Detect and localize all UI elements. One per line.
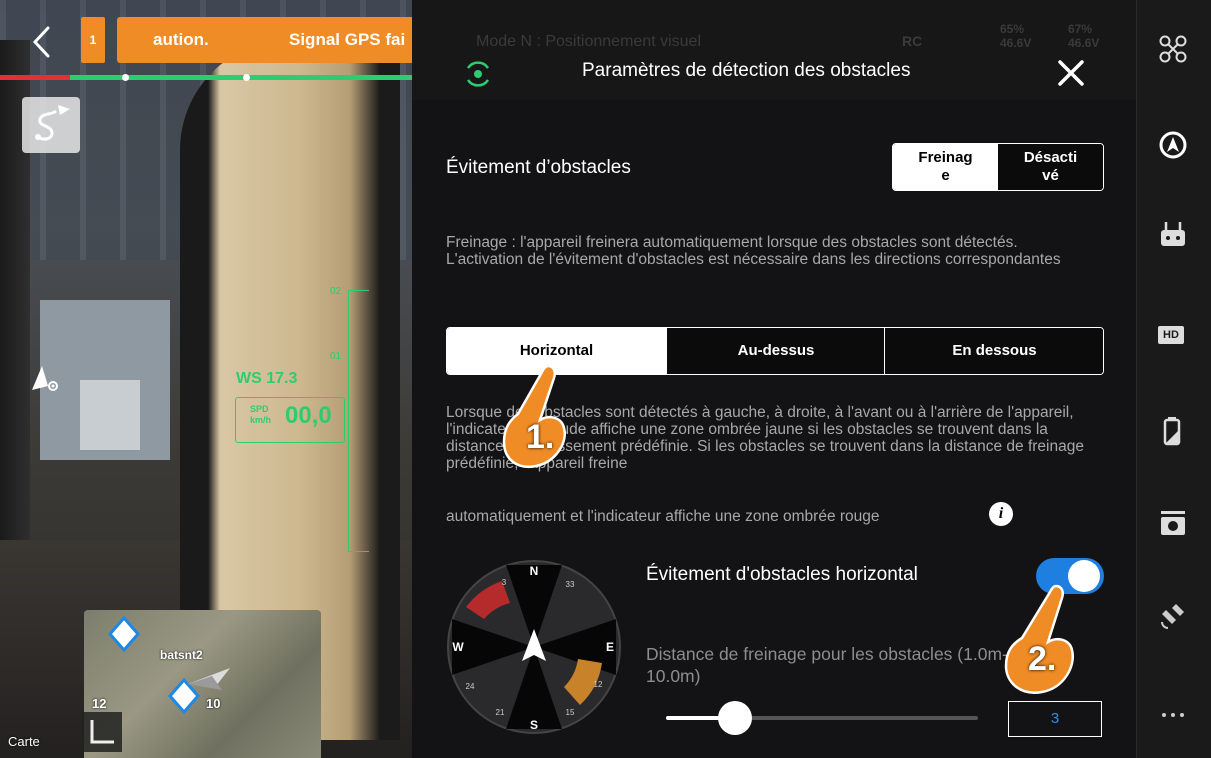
remote-controller-icon[interactable] <box>1158 220 1188 250</box>
window <box>80 380 140 450</box>
waypoint-icon <box>108 615 140 653</box>
slider-handle[interactable] <box>718 701 752 735</box>
compass-label: 3 <box>502 578 507 587</box>
close-icon <box>1058 60 1084 86</box>
more-icon[interactable] <box>1158 700 1188 730</box>
obstacle-avoidance-icon[interactable] <box>1158 130 1188 160</box>
chevron-left-icon <box>32 26 50 58</box>
status-marker <box>243 74 250 81</box>
speed-label: SPD km/h <box>250 404 271 426</box>
warning-text: Signal GPS fai <box>289 30 406 49</box>
info-icon[interactable]: i <box>989 502 1013 526</box>
rc-signal: RC <box>902 33 923 49</box>
drone-icon[interactable] <box>1158 34 1188 64</box>
horizontal-description-end: automatiquement et l'indicateur affiche … <box>446 508 880 525</box>
braking-distance-label: Distance de freinage pour les obstacles … <box>646 644 1008 686</box>
camera-icon[interactable] <box>1158 508 1188 538</box>
scale-tick: 01 <box>330 351 342 362</box>
compass-label: 24 <box>466 682 475 691</box>
horizontal-avoidance-label: Évitement d'obstacles horizontal <box>646 564 918 585</box>
compass-label: 33 <box>566 580 575 589</box>
back-button[interactable] <box>28 24 56 60</box>
tab-below[interactable]: En dessous <box>884 328 1103 374</box>
waypoint-label: batsnt2 <box>160 648 203 662</box>
speed-value: 00,0 <box>285 402 332 429</box>
warning-count-badge[interactable]: 1 <box>81 17 105 63</box>
battery-readout: 67% 46.6V <box>1068 22 1100 50</box>
attitude-indicator: N 3 33 E 12 W 24 21 S 15 <box>446 559 622 735</box>
scale-tick: 02 <box>330 286 342 297</box>
signal-status-bar <box>0 75 412 80</box>
tab-above[interactable]: Au-dessus <box>666 328 885 374</box>
hd-icon[interactable]: HD <box>1158 320 1188 350</box>
hd-label: HD <box>1158 326 1184 344</box>
flight-mode-text: Mode N : Positionnement visuel <box>476 33 701 50</box>
wind-speed-readout: WS 17.3 <box>236 370 298 387</box>
app-screen: 1 aution. Signal GPS fai WS 17.3 SPD km/… <box>0 0 1211 758</box>
route-icon <box>35 105 70 141</box>
braking-distance-input[interactable]: 3 <box>1008 701 1102 737</box>
brake-description: Freinage : l'appareil freinera automatiq… <box>446 234 1061 268</box>
panel-title: Paramètres de détection des obstacles <box>582 60 911 81</box>
expand-corner-icon <box>90 720 114 744</box>
navigation-arrow-icon <box>28 362 64 394</box>
option-disabled[interactable]: Désacti vé <box>998 144 1103 190</box>
compass-label: N <box>530 564 539 578</box>
battery-readout: 65% 46.6V <box>1000 22 1032 50</box>
status-marker <box>122 74 129 81</box>
compass-label: 15 <box>566 708 575 717</box>
map-expand-button[interactable] <box>82 712 122 752</box>
map-number: 12 <box>92 696 107 711</box>
compass-label: 21 <box>496 708 505 717</box>
warning-text: aution. <box>153 30 209 49</box>
speed-label-unit: km/h <box>250 415 272 425</box>
speed-label-top: SPD <box>250 404 269 414</box>
sensor-icon <box>462 58 494 90</box>
compass-label: E <box>606 640 614 654</box>
battery-icon[interactable] <box>1158 416 1188 446</box>
compass-label: W <box>452 640 464 654</box>
option-brake[interactable]: Freinag e <box>893 144 998 190</box>
warning-banner[interactable]: aution. Signal GPS fai <box>117 17 424 63</box>
step-number: 2. <box>1028 640 1057 678</box>
altitude-scale <box>348 290 369 552</box>
obstacle-avoidance-label: Évitement d’obstacles <box>446 157 631 178</box>
close-button[interactable] <box>1054 56 1088 90</box>
route-button[interactable] <box>22 97 80 153</box>
map-number: 10 <box>206 696 221 711</box>
gps-satellite-icon[interactable] <box>1158 600 1188 630</box>
obstacle-avoidance-selector: Freinag e Désacti vé <box>892 143 1104 191</box>
compass-label: 12 <box>594 680 603 689</box>
compass-label: S <box>530 718 538 732</box>
right-toolbar <box>1136 0 1211 758</box>
map-label: Carte <box>8 734 40 749</box>
step-number: 1. <box>526 418 555 456</box>
